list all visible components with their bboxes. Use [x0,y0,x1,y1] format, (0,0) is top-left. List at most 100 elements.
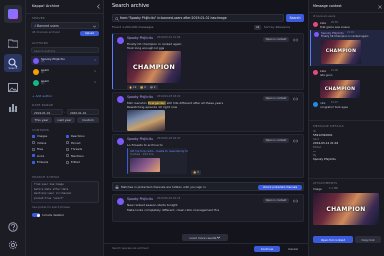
checkbox[interactable] [32,141,36,145]
attachment-image[interactable]: CHAMPION [320,80,360,98]
notice-text: Matches in protected channels are hidden… [121,184,206,189]
server-select[interactable]: # Banned users [31,22,99,29]
avatar [117,96,124,103]
reaction-chip[interactable]: 😂 2 [148,84,158,90]
include-deleted-toggle[interactable] [32,213,40,217]
contains-option[interactable]: Threads [65,147,98,152]
remove-icon[interactable]: × [94,58,96,62]
cancel-button[interactable]: Cancel [282,246,304,252]
rail-settings-button[interactable] [4,236,22,254]
contains-option[interactable]: Videos [31,141,64,146]
search-input[interactable]: from:"Spooky Phijlicitu" in:banned-users… [112,14,284,22]
open-in-context-button[interactable]: Open in context [263,37,289,42]
date-to-input[interactable]: 2020-01-01 [67,109,99,115]
link-icon[interactable] [293,38,298,42]
avatar [33,79,39,86]
filter-pill[interactable]: All [254,25,262,30]
result-card[interactable]: Spooky Phijlicitu 2019-05-18 02:47 Open … [112,134,304,178]
result-card[interactable]: Spooky Phijlicitu 2019-04-03 18:22 Open … [112,92,304,132]
author-row[interactable]: spam (2) × [31,78,99,87]
checkbox[interactable] [32,160,36,164]
upload-button[interactable]: Upload [80,30,99,36]
checkbox[interactable] [32,154,36,158]
rail-browse-button[interactable] [4,34,22,52]
date-from-input[interactable]: 2019-01-01 [31,109,63,115]
rail-help-button[interactable] [4,218,22,236]
checkbox[interactable] [32,147,36,151]
rail-stats-button[interactable] [4,98,22,116]
author-count: (2) [41,71,45,75]
author-name: Spooky Phijlicitu [41,56,65,61]
author-row[interactable]: spam (2) × [31,67,99,76]
close-icon[interactable] [378,4,382,9]
reaction-chip[interactable]: 👑 4 [138,84,148,90]
banner-text: CHAMPION [325,49,357,54]
option-label: Videos [37,140,47,145]
preset-last-year[interactable]: Last year [54,117,75,123]
context-panel: Message context # banned-users kate 20:5… [308,0,384,256]
checkbox[interactable] [66,141,70,145]
sort-select[interactable]: Sort by: Relevance [264,26,290,29]
syntax-line: from:user has:image [34,183,64,186]
reaction-chip[interactable]: 👍 3 [191,170,201,175]
context-message: kate 21:06 lets gooo [311,69,383,79]
authors-search-input[interactable]: Search authors [31,47,99,53]
open-in-context-button[interactable]: Open in context [263,198,289,203]
preset-custom[interactable]: Custom [77,117,99,123]
result-card[interactable]: Spooky Phijlicitu 2019-06-01 10:15 Open … [112,194,304,222]
syntax-help-box: from:user has:image before:date after:da… [31,181,99,203]
checkbox[interactable] [66,160,70,164]
contains-option[interactable]: Pinned [65,141,98,146]
attachment-image[interactable]: CHAMPION [127,51,181,83]
checkbox[interactable] [32,134,36,138]
search-button[interactable]: Search [286,14,304,22]
author-name: Spooky Phijlicitu [127,197,153,201]
attachment-image[interactable] [127,110,165,131]
contains-option[interactable]: Files [31,147,64,152]
checkbox[interactable] [66,134,70,138]
include-deleted-label: Include deleted [42,212,64,217]
load-more-button[interactable]: Load more results [182,234,228,241]
checkbox[interactable] [66,147,70,151]
avatar [117,138,124,145]
contains-option[interactable]: Reactions [65,134,98,139]
contains-option[interactable]: Images [31,134,64,139]
embed-source: YouTube · 24/7 live [130,153,154,156]
open-in-context-button[interactable]: Open in context [263,96,289,101]
add-author-link[interactable]: + Add author [32,95,52,98]
attachment-preview[interactable]: CHAMPION [313,193,379,225]
unlock-button[interactable]: Unlock protected channels [258,184,302,190]
remove-icon[interactable]: × [94,80,96,84]
attachment-image[interactable]: CHAMPION [321,40,361,64]
contains-option[interactable]: Edited [65,160,98,165]
search-icon [115,17,119,21]
banner-text: CHAMPION [132,63,176,71]
copy-link-button[interactable]: Copy link [355,236,381,243]
contains-option[interactable]: Mentions [65,154,98,159]
link-icon[interactable] [293,97,298,101]
remove-icon[interactable]: × [94,69,96,73]
checkbox[interactable] [66,154,70,158]
author-name: Spooky Phijlicitu [127,137,153,141]
app-logo[interactable] [4,5,22,23]
message-line: Lo-fi beats to archive to [127,142,163,147]
logo-icon [8,9,18,19]
preset-this-year[interactable]: This year [31,117,52,123]
continue-button[interactable]: Continue [254,246,280,252]
results-count: Found 1,204,000 messages [112,25,154,29]
link-icon[interactable] [293,199,298,203]
open-full-context-button[interactable]: Open full context [313,236,353,243]
contains-option[interactable]: Embeds [31,160,64,165]
detail-value: 2019-03-12 21:04 [313,141,339,146]
message-time: 2019-06-01 10:15 [157,197,181,201]
collapse-icon[interactable] [96,4,101,9]
link-icon[interactable] [293,139,298,143]
open-in-context-button[interactable]: Open in context [263,138,289,143]
author-row[interactable]: Spooky Phijlicitu (4) × [31,56,99,65]
reaction-chip[interactable]: 🔥 12 [127,84,139,90]
link-embed[interactable]: lofi hip hop radio - beats to relax/stud… [127,148,188,174]
rail-media-button[interactable] [4,78,22,96]
result-card[interactable]: Spooky Phijlicitu 2019-03-12 21:04 Open … [112,33,304,90]
contains-option[interactable]: Links [31,154,64,159]
avatar [313,102,318,107]
